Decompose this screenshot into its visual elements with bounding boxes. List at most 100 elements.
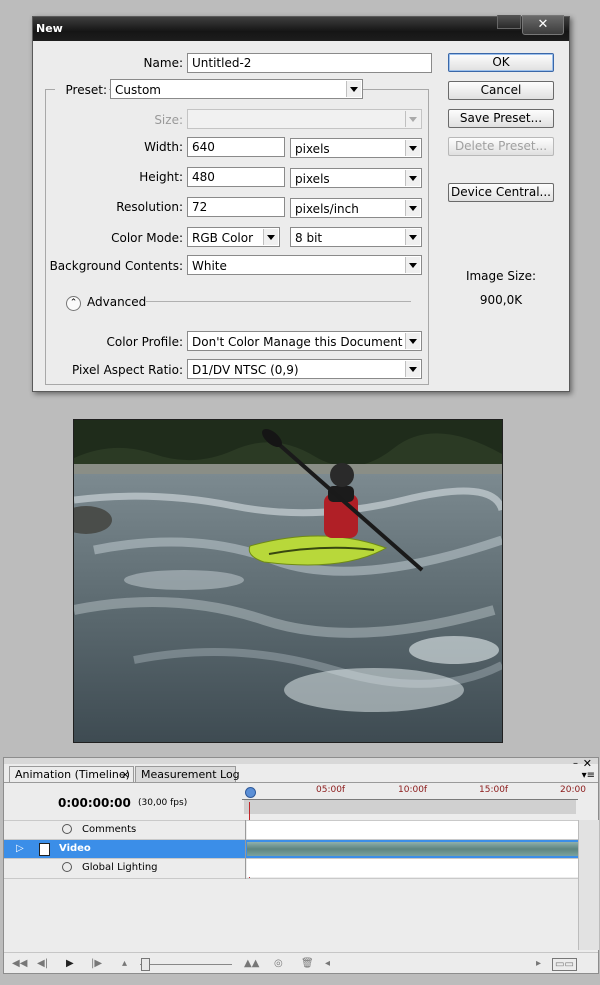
preset-select[interactable]: Custom bbox=[110, 79, 363, 99]
image-size-label: Image Size: bbox=[465, 269, 537, 283]
first-frame-icon[interactable]: ◀◀ bbox=[12, 958, 27, 969]
previous-frame-icon[interactable]: ◀| bbox=[37, 958, 48, 969]
zoom-slider-track[interactable] bbox=[140, 964, 232, 965]
background-contents-value: White bbox=[192, 259, 227, 273]
color-profile-label: Color Profile: bbox=[106, 335, 184, 349]
zoom-slider-handle[interactable] bbox=[141, 958, 150, 971]
tab-animation-timeline[interactable]: Animation (Timeline) × bbox=[9, 766, 134, 782]
width-unit-select[interactable]: pixels bbox=[290, 138, 422, 158]
tab-measurement-log[interactable]: Measurement Log bbox=[135, 766, 240, 782]
background-contents-label: Background Contents: bbox=[49, 259, 183, 273]
resolution-label: Resolution: bbox=[116, 200, 183, 214]
next-frame-icon[interactable]: |▶ bbox=[91, 958, 102, 969]
bit-depth-select[interactable]: 8 bit bbox=[290, 227, 422, 247]
save-preset-button[interactable]: Save Preset... bbox=[448, 109, 554, 128]
size-select bbox=[187, 109, 422, 129]
tween-icon[interactable]: ◎ bbox=[274, 958, 283, 969]
controls-divider bbox=[4, 952, 598, 953]
layer-row-global-lighting[interactable]: Global Lighting bbox=[4, 859, 578, 877]
size-label: Size: bbox=[154, 113, 183, 127]
color-profile-value: Don't Color Manage this Document bbox=[192, 335, 403, 349]
height-input[interactable]: 480 bbox=[187, 167, 285, 187]
background-contents-select[interactable]: White bbox=[187, 255, 422, 275]
frame-rate: (30,00 fps) bbox=[138, 798, 188, 808]
width-input[interactable]: 640 bbox=[187, 137, 285, 157]
frame-animation-toggle-icon[interactable]: ▭▭ bbox=[552, 958, 577, 971]
device-central-button[interactable]: Device Central... bbox=[448, 183, 554, 202]
name-input[interactable]: Untitled-2 bbox=[187, 53, 432, 73]
pixel-aspect-ratio-label: Pixel Aspect Ratio: bbox=[72, 363, 183, 377]
chevron-down-icon bbox=[405, 140, 420, 156]
work-area-bar[interactable] bbox=[244, 800, 576, 814]
preset-label: Preset: bbox=[55, 83, 109, 97]
tab-strip-divider bbox=[4, 782, 598, 783]
new-document-dialog: New ✕ Name: Untitled-2 Preset: Custom Si… bbox=[32, 15, 570, 392]
kayaker-river-scene bbox=[74, 420, 502, 742]
time-ruler[interactable]: 05:00f 10:00f 15:00f 20:00 bbox=[242, 785, 586, 817]
panel-minimize-icon[interactable]: – bbox=[573, 758, 578, 769]
tab-animation-timeline-label: Animation (Timeline) bbox=[15, 768, 130, 781]
vertical-scrollbar[interactable] bbox=[578, 820, 599, 950]
layer-track-divider bbox=[245, 820, 246, 879]
layer-name: Video bbox=[59, 843, 91, 854]
advanced-toggle-icon[interactable]: ⌃ bbox=[66, 296, 81, 311]
ruler-label-5s: 05:00f bbox=[316, 785, 346, 795]
titlebar-minimize-button[interactable] bbox=[497, 15, 521, 29]
tab-close-icon[interactable]: × bbox=[121, 768, 130, 781]
width-label: Width: bbox=[144, 140, 183, 154]
layer-row-comments[interactable]: Comments bbox=[4, 821, 578, 839]
ruler-label-15s: 15:00f bbox=[479, 785, 509, 795]
height-unit-value: pixels bbox=[295, 172, 330, 186]
chevron-down-icon bbox=[405, 361, 420, 377]
preset-value: Custom bbox=[115, 83, 161, 97]
resolution-input[interactable]: 72 bbox=[187, 197, 285, 217]
pixel-aspect-ratio-value: D1/DV NTSC (0,9) bbox=[192, 363, 299, 377]
scroll-left-icon[interactable]: ◂ bbox=[325, 958, 330, 969]
tab-measurement-log-label: Measurement Log bbox=[141, 768, 240, 781]
color-mode-select[interactable]: RGB Color bbox=[187, 227, 280, 247]
delete-preset-button: Delete Preset... bbox=[448, 137, 554, 156]
resolution-unit-select[interactable]: pixels/inch bbox=[290, 198, 422, 218]
animation-timeline-panel: – ✕ Animation (Timeline) × Measurement L… bbox=[3, 757, 599, 974]
color-mode-value: RGB Color bbox=[192, 231, 254, 245]
layer-name: Global Lighting bbox=[82, 862, 158, 873]
width-unit-value: pixels bbox=[295, 142, 330, 156]
comments-track[interactable] bbox=[247, 821, 578, 839]
chevron-down-icon bbox=[405, 200, 420, 216]
video-track-bar[interactable] bbox=[247, 842, 578, 856]
layer-row-video[interactable]: ▷ Video bbox=[4, 840, 578, 858]
stopwatch-icon[interactable] bbox=[62, 824, 72, 834]
ok-button[interactable]: OK bbox=[448, 53, 554, 72]
current-timecode[interactable]: 0:00:00:00 bbox=[58, 796, 131, 810]
row-divider bbox=[4, 878, 578, 879]
stopwatch-icon[interactable] bbox=[62, 862, 72, 872]
zoom-in-icon[interactable]: ▲▲ bbox=[244, 958, 259, 969]
color-profile-select[interactable]: Don't Color Manage this Document bbox=[187, 331, 422, 351]
advanced-divider bbox=[146, 301, 411, 302]
play-icon[interactable]: ▶ bbox=[66, 958, 74, 969]
chevron-down-icon bbox=[405, 170, 420, 186]
cancel-button[interactable]: Cancel bbox=[448, 81, 554, 100]
panel-header-bar bbox=[4, 758, 598, 764]
chevron-down-icon bbox=[263, 229, 278, 245]
scroll-right-icon[interactable]: ▸ bbox=[536, 958, 541, 969]
color-mode-label: Color Mode: bbox=[111, 231, 183, 245]
chevron-down-icon bbox=[405, 111, 420, 127]
zoom-out-icon[interactable]: ▴ bbox=[122, 958, 127, 969]
trash-icon[interactable]: 🗑 bbox=[301, 958, 314, 969]
dialog-title: New bbox=[36, 22, 63, 35]
close-icon[interactable]: ✕ bbox=[522, 15, 564, 35]
advanced-label[interactable]: Advanced bbox=[87, 295, 146, 309]
video-layer-icon bbox=[39, 843, 50, 856]
height-label: Height: bbox=[139, 170, 183, 184]
playhead-icon[interactable] bbox=[245, 787, 256, 798]
expand-triangle-icon[interactable]: ▷ bbox=[16, 843, 24, 854]
pixel-aspect-ratio-select[interactable]: D1/DV NTSC (0,9) bbox=[187, 359, 422, 379]
layer-name: Comments bbox=[82, 824, 137, 835]
panel-close-icon[interactable]: ✕ bbox=[583, 757, 592, 770]
bit-depth-value: 8 bit bbox=[295, 231, 323, 245]
lighting-track[interactable] bbox=[247, 859, 578, 877]
name-label: Name: bbox=[143, 56, 183, 70]
panel-menu-icon[interactable]: ▾≡ bbox=[582, 770, 595, 781]
height-unit-select[interactable]: pixels bbox=[290, 168, 422, 188]
